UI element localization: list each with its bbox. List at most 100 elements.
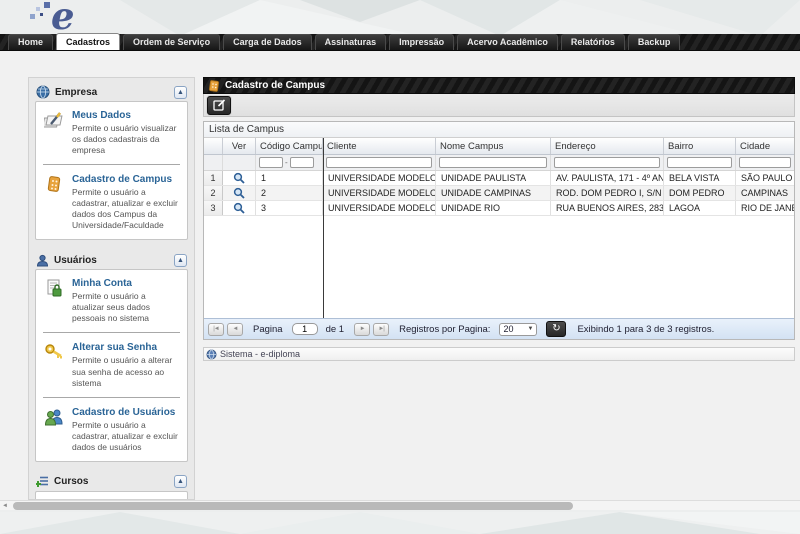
column-header-nome-campus[interactable]: Nome Campus xyxy=(436,138,551,154)
section-card: Cadastro de Cursos Permite o usuário a c… xyxy=(35,490,188,499)
sidebar-section-usuarios: Usuários ▲ Minha Conta Permite o usuário… xyxy=(35,251,188,462)
sidebar-link[interactable]: Cadastro de Usuários xyxy=(72,407,180,418)
filter-cell xyxy=(436,155,551,170)
tab-acervo-academico[interactable]: Acervo Acadêmico xyxy=(457,34,558,50)
globe-icon xyxy=(206,349,217,359)
first-page-button[interactable]: |◄ xyxy=(208,322,224,336)
application-window: e Home Cadastros Ordem de Serviço Carga … xyxy=(0,0,800,534)
key-icon xyxy=(43,342,65,388)
scrollbar-thumb[interactable] xyxy=(13,502,573,510)
codigo-filter-max-input[interactable] xyxy=(289,157,314,168)
sidebar-link[interactable]: Minha Conta xyxy=(72,278,180,289)
system-status-text: Sistema - e-diploma xyxy=(220,349,301,359)
codigo-filter-min-input[interactable] xyxy=(259,157,283,168)
bairro-filter-input[interactable] xyxy=(667,157,732,168)
tab-impressao[interactable]: Impressão xyxy=(389,34,455,50)
filter-cell xyxy=(323,155,436,170)
main-navbar: Home Cadastros Ordem de Serviço Carga de… xyxy=(0,33,800,51)
section-header-cursos: Cursos ▲ xyxy=(35,473,188,491)
pagination-bar: |◄ ◄ Pagina de 1 ► ►| Registros por Pagi… xyxy=(204,318,794,339)
endereco-filter-input[interactable] xyxy=(554,157,660,168)
view-row-button[interactable] xyxy=(233,187,245,199)
cell-nome-campus: UNIDADE CAMPINAS xyxy=(436,186,551,200)
refresh-button[interactable]: ↻ xyxy=(546,321,567,337)
column-header-ver[interactable]: Ver xyxy=(223,138,256,154)
sidebar-item-cadastro-de-campus[interactable]: Cadastro de Campus Permite o usuário a c… xyxy=(43,174,180,231)
row-number: 3 xyxy=(204,201,223,215)
table-row[interactable]: 2 2 UNIVERSIDADE MODELO UNIDADE CAMPINAS… xyxy=(204,186,794,201)
sidebar-section-empresa: Empresa ▲ Meus Dados Permite o usuário v… xyxy=(35,83,188,241)
sidebar-link[interactable]: Cadastro de Campus xyxy=(72,174,180,185)
collapse-button[interactable]: ▲ xyxy=(174,85,187,99)
column-header-cidade[interactable]: Cidade xyxy=(736,138,794,154)
horizontal-scrollbar[interactable]: ◄ xyxy=(0,500,800,510)
cell-cliente: UNIVERSIDADE MODELO xyxy=(323,171,436,185)
chevron-down-icon: ▼ xyxy=(527,326,534,332)
table-row[interactable]: 3 3 UNIVERSIDADE MODELO UNIDADE RIO RUA … xyxy=(204,201,794,216)
view-row-button[interactable] xyxy=(233,202,245,214)
cliente-filter-input[interactable] xyxy=(326,157,432,168)
section-title: Empresa xyxy=(55,86,98,98)
last-page-button[interactable]: ►| xyxy=(373,322,390,336)
section-title: Usuários xyxy=(54,254,97,266)
column-header-endereco[interactable]: Endereço xyxy=(551,138,664,154)
section-title: Cursos xyxy=(54,476,89,488)
sidebar-item-minha-conta[interactable]: Minha Conta Permite o usuário a atualiza… xyxy=(43,278,180,324)
logo-square xyxy=(40,13,43,16)
cell-endereco: AV. PAULISTA, 171 - 4º ANDAR xyxy=(551,171,664,185)
cell-bairro: LAGOA xyxy=(664,201,736,215)
table-row[interactable]: 1 1 UNIVERSIDADE MODELO UNIDADE PAULISTA… xyxy=(204,171,794,186)
section-card: Meus Dados Permite o usuário visualizar … xyxy=(35,101,188,241)
cidade-filter-input[interactable] xyxy=(739,157,791,168)
tab-relatorios[interactable]: Relatórios xyxy=(560,34,625,50)
users-group-icon xyxy=(43,407,65,453)
magnifier-icon xyxy=(233,187,245,199)
scroll-left-arrow-icon[interactable]: ◄ xyxy=(2,503,8,509)
filter-cell xyxy=(736,155,794,170)
view-cell xyxy=(223,186,256,200)
sidebar-link[interactable]: Alterar sua Senha xyxy=(72,342,180,353)
sidebar-item-alterar-sua-senha[interactable]: Alterar sua Senha Permite o usuário a al… xyxy=(43,342,180,388)
logo-square xyxy=(36,7,40,11)
magnifier-icon xyxy=(233,172,245,184)
per-page-select[interactable]: 20 ▼ xyxy=(499,322,538,336)
view-row-button[interactable] xyxy=(233,172,245,184)
collapse-button[interactable]: ▲ xyxy=(174,475,187,489)
polygon-background-bottom xyxy=(0,512,800,534)
user-icon xyxy=(36,254,49,267)
tab-ordem-de-servico[interactable]: Ordem de Serviço xyxy=(123,34,221,50)
sidebar-item-meus-dados[interactable]: Meus Dados Permite o usuário visualizar … xyxy=(43,110,180,156)
collapse-button[interactable]: ▲ xyxy=(174,253,187,267)
cell-bairro: DOM PEDRO xyxy=(664,186,736,200)
cell-cliente: UNIVERSIDADE MODELO xyxy=(323,201,436,215)
edit-paper-icon xyxy=(43,110,65,156)
page-number-input[interactable] xyxy=(291,323,318,335)
sidebar-item-description: Permite o usuário a alterar sua senha de… xyxy=(72,355,173,388)
sidebar-item-cadastro-de-usuarios[interactable]: Cadastro de Usuários Permite o usuário a… xyxy=(43,407,180,453)
sidebar-link[interactable]: Meus Dados xyxy=(72,110,180,121)
cell-nome-campus: UNIDADE PAULISTA xyxy=(436,171,551,185)
cell-codigo: 3 xyxy=(256,201,323,215)
edit-record-button[interactable] xyxy=(207,95,231,115)
column-header-bairro[interactable]: Bairro xyxy=(664,138,736,154)
tab-carga-de-dados[interactable]: Carga de Dados xyxy=(223,34,312,50)
polygon-background-top xyxy=(0,0,800,36)
tab-home[interactable]: Home xyxy=(8,34,54,50)
grid-filter-row: - xyxy=(204,155,794,171)
tab-assinaturas[interactable]: Assinaturas xyxy=(314,34,387,50)
sidebar-item-description: Permite o usuário a cadastrar, atualizar… xyxy=(72,187,178,231)
logo-square xyxy=(44,2,50,8)
campus-icon xyxy=(209,79,219,92)
tab-cadastros[interactable]: Cadastros xyxy=(56,33,121,50)
tab-backup[interactable]: Backup xyxy=(627,34,681,50)
filter-cell xyxy=(551,155,664,170)
next-page-button[interactable]: ► xyxy=(354,322,371,336)
nome-campus-filter-input[interactable] xyxy=(439,157,547,168)
column-header-codigo-campus[interactable]: Código Campus ▲ xyxy=(256,138,323,154)
previous-page-button[interactable]: ◄ xyxy=(227,322,243,336)
view-cell xyxy=(223,201,256,215)
account-lock-icon xyxy=(43,278,65,324)
grid-header-row: Ver Código Campus ▲ Cliente Nome Campus … xyxy=(204,138,794,155)
grid-toolbar xyxy=(203,94,795,117)
column-header-cliente[interactable]: Cliente xyxy=(323,138,436,154)
